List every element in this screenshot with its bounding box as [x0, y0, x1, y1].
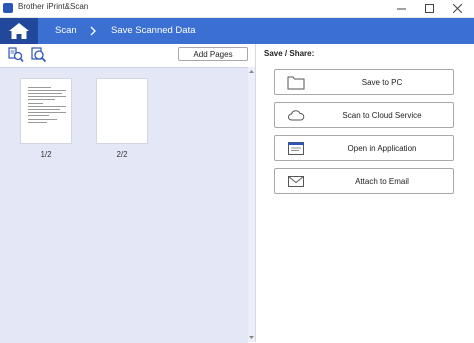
minimize-icon — [396, 8, 406, 10]
scan-to-cloud-service-button[interactable]: Scan to Cloud Service — [274, 102, 454, 128]
page-thumbnail-2[interactable] — [96, 78, 148, 144]
open-in-application-label: Open in Application — [347, 144, 417, 153]
home-icon — [9, 23, 29, 39]
panel-divider — [255, 44, 256, 342]
add-pages-button[interactable]: Add Pages — [178, 47, 248, 61]
close-button[interactable] — [444, 0, 470, 17]
zoom-page-icon[interactable] — [8, 47, 24, 63]
page-thumbnail-1[interactable] — [20, 78, 72, 144]
page-text-lines — [28, 87, 66, 125]
breadcrumb-scan[interactable]: Scan — [55, 25, 77, 36]
breadcrumb-save-scanned-data: Save Scanned Data — [111, 25, 196, 36]
preview-zoom-icon[interactable] — [31, 47, 47, 63]
navigation-bar: Scan Save Scanned Data — [0, 18, 474, 44]
pages-panel: 1/2 2/2 — [0, 67, 248, 343]
home-button[interactable] — [0, 18, 38, 44]
application-window-icon — [288, 142, 304, 155]
scan-to-cloud-service-label: Scan to Cloud Service — [342, 111, 422, 120]
scroll-down-arrow-icon[interactable] — [249, 335, 254, 340]
cloud-icon — [288, 110, 305, 121]
app-icon — [3, 3, 13, 13]
maximize-icon — [424, 4, 434, 13]
chevron-right-icon — [90, 26, 96, 36]
save-to-pc-button[interactable]: Save to PC — [274, 69, 454, 95]
close-icon — [452, 4, 462, 13]
window-title: Brother iPrint&Scan — [18, 2, 89, 11]
page-label-2: 2/2 — [116, 150, 128, 159]
minimize-button[interactable] — [388, 0, 414, 17]
scroll-up-arrow-icon[interactable] — [249, 69, 254, 74]
attach-to-email-button[interactable]: Attach to Email — [274, 168, 454, 194]
page-label-1: 1/2 — [40, 150, 52, 159]
pages-scrollbar[interactable] — [248, 67, 255, 342]
save-to-pc-label: Save to PC — [361, 78, 403, 87]
open-in-application-button[interactable]: Open in Application — [274, 135, 454, 161]
envelope-icon — [288, 176, 304, 187]
save-share-heading: Save / Share: — [264, 49, 315, 58]
folder-icon — [287, 76, 305, 90]
attach-to-email-label: Attach to Email — [355, 177, 409, 186]
window-titlebar: Brother iPrint&Scan — [0, 0, 474, 18]
maximize-button[interactable] — [416, 0, 442, 17]
